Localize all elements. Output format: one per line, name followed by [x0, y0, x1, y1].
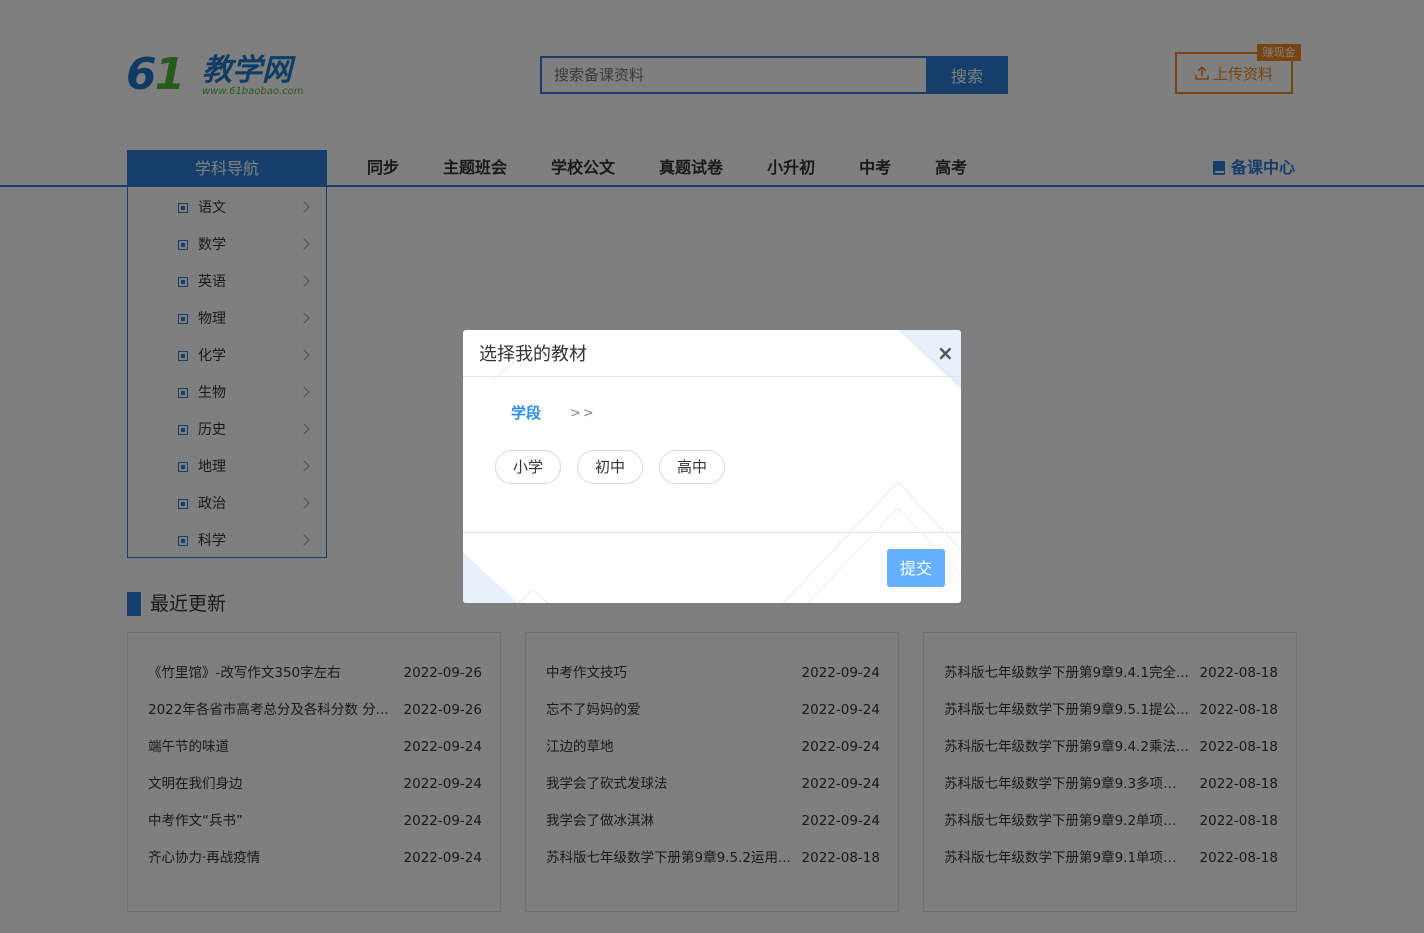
modal-footer-divider — [463, 532, 961, 533]
option-primary[interactable]: 小学 — [495, 450, 561, 484]
submit-button[interactable]: 提交 — [887, 549, 945, 587]
option-high[interactable]: 高中 — [659, 450, 725, 484]
tab-stage[interactable]: 学段 — [511, 402, 541, 424]
close-icon[interactable]: × — [937, 342, 954, 364]
breadcrumb-separator: >> — [570, 406, 596, 421]
modal-divider — [463, 376, 961, 377]
textbook-modal: 选择我的教材 × 学段 >> 小学 初中 高中 提交 — [463, 330, 961, 603]
page: 61 教学网 www.61baobao.com 搜索 上传资料 赚现金 学科导航… — [0, 0, 1424, 933]
modal-title: 选择我的教材 — [479, 344, 587, 365]
option-middle[interactable]: 初中 — [577, 450, 643, 484]
